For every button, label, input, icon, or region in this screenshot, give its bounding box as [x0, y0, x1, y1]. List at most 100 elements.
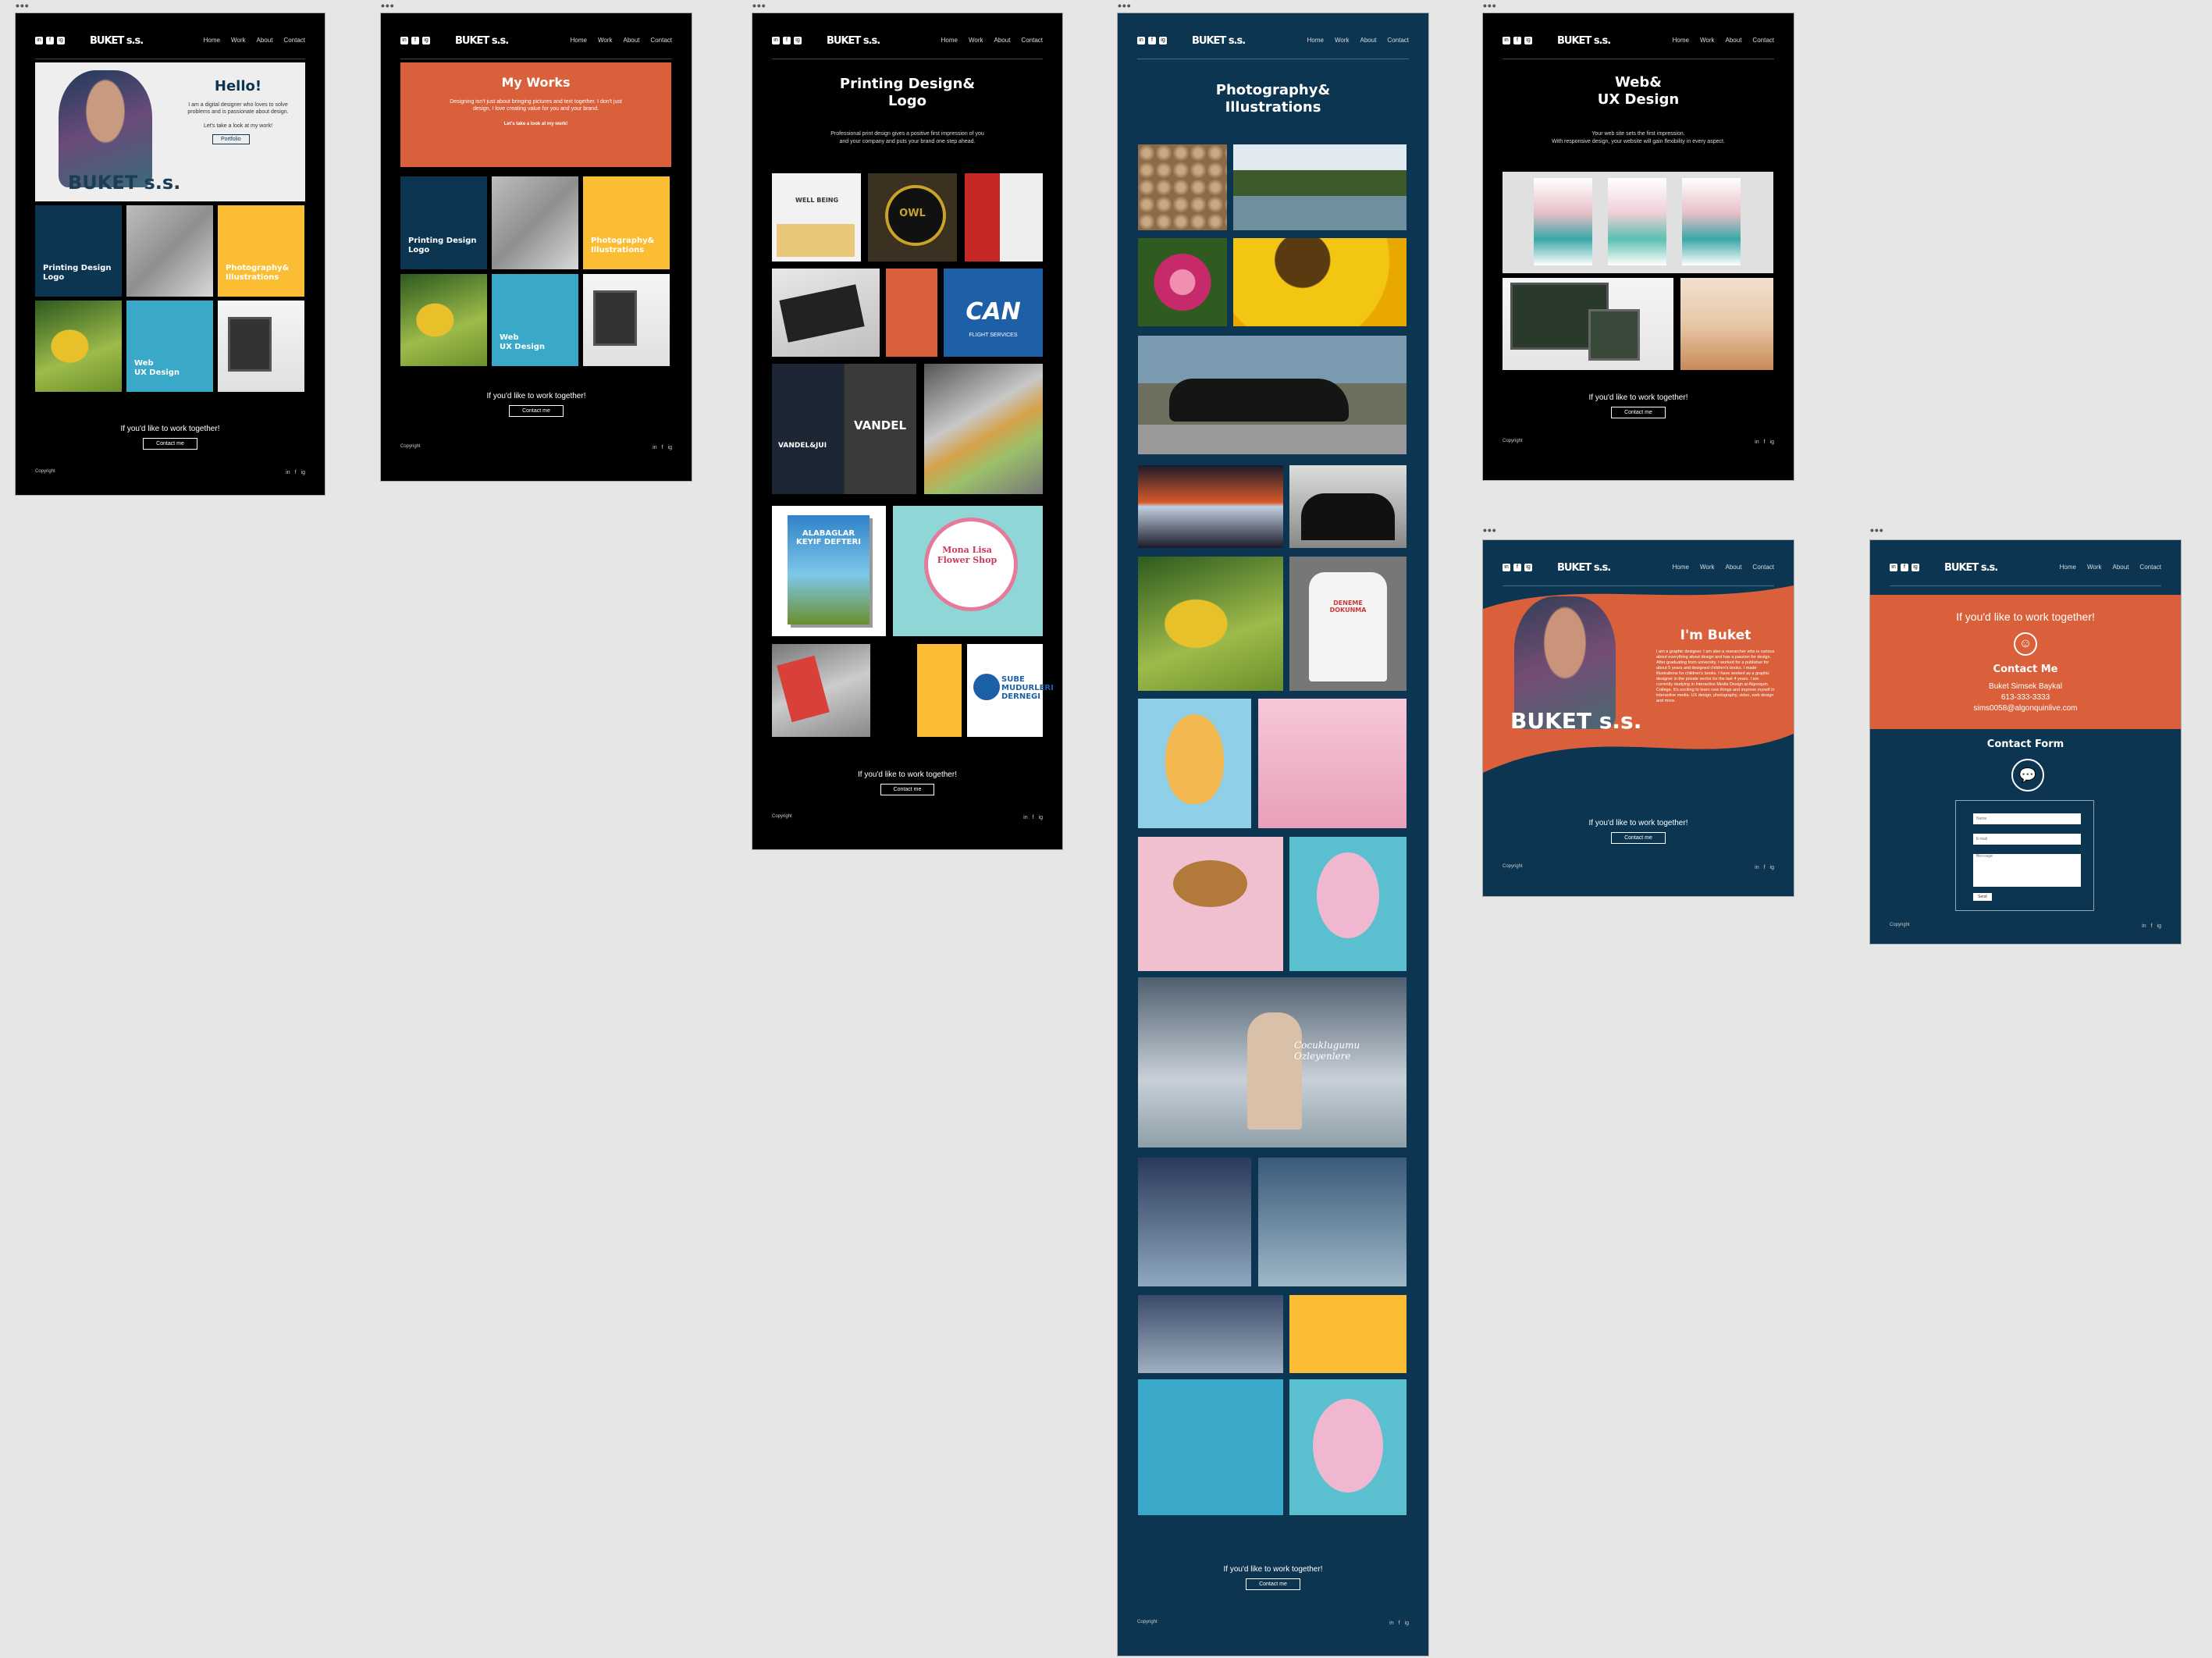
- artboard-menu-dots[interactable]: •••: [1118, 0, 1132, 11]
- menu-work[interactable]: Work: [969, 37, 983, 44]
- linkedin-icon[interactable]: in: [1890, 564, 1897, 571]
- menu-work[interactable]: Work: [1335, 37, 1350, 44]
- menu-home[interactable]: Home: [2060, 564, 2076, 571]
- name-field[interactable]: [1973, 813, 2081, 824]
- linkedin-icon[interactable]: in: [1755, 439, 1759, 445]
- menu-work[interactable]: Work: [2087, 564, 2102, 571]
- instagram-icon[interactable]: ig: [1770, 439, 1774, 445]
- menu-home[interactable]: Home: [571, 37, 587, 44]
- linkedin-icon[interactable]: in: [1503, 37, 1510, 44]
- facebook-icon[interactable]: f: [1764, 439, 1766, 445]
- linkedin-icon[interactable]: in: [1023, 815, 1027, 820]
- facebook-icon[interactable]: f: [1764, 865, 1766, 870]
- facebook-icon[interactable]: f: [411, 37, 419, 44]
- facebook-icon[interactable]: f: [1901, 564, 1908, 571]
- contact-button[interactable]: Contact me: [509, 405, 564, 417]
- artboard-menu-dots[interactable]: •••: [16, 0, 30, 11]
- menu-work[interactable]: Work: [1700, 37, 1715, 44]
- menu-contact[interactable]: Contact: [283, 37, 305, 44]
- menu-work[interactable]: Work: [231, 37, 246, 44]
- facebook-icon[interactable]: f: [46, 37, 54, 44]
- facebook-icon[interactable]: f: [295, 470, 297, 475]
- portfolio-button[interactable]: Portfolio: [212, 134, 250, 144]
- tile-photography[interactable]: Photography& Illustrations: [218, 205, 304, 297]
- linkedin-icon[interactable]: in: [653, 445, 656, 450]
- facebook-icon[interactable]: f: [1513, 564, 1521, 571]
- facebook-icon[interactable]: f: [2151, 923, 2153, 929]
- menu-home[interactable]: Home: [204, 37, 220, 44]
- tile-web[interactable]: Web UX Design: [126, 301, 213, 392]
- instagram-icon[interactable]: ig: [668, 445, 672, 450]
- linkedin-icon[interactable]: in: [1389, 1621, 1393, 1626]
- tile-web[interactable]: Web UX Design: [492, 274, 578, 366]
- menu-contact[interactable]: Contact: [1021, 37, 1043, 44]
- menu-about[interactable]: About: [1360, 37, 1377, 44]
- instagram-icon[interactable]: ig: [301, 470, 305, 475]
- facebook-icon[interactable]: f: [783, 37, 791, 44]
- artboard-menu-dots[interactable]: •••: [381, 0, 395, 11]
- menu-contact[interactable]: Contact: [650, 37, 672, 44]
- instagram-icon[interactable]: ig: [1524, 564, 1532, 571]
- contact-button[interactable]: Contact me: [1611, 407, 1666, 418]
- instagram-icon[interactable]: ig: [1524, 37, 1532, 44]
- instagram-icon[interactable]: ig: [1159, 37, 1167, 44]
- contact-email[interactable]: sims0058@algonquinlive.com: [1870, 704, 2181, 713]
- artboard-menu-dots[interactable]: •••: [1870, 525, 1884, 535]
- linkedin-icon[interactable]: in: [1503, 564, 1510, 571]
- linkedin-icon[interactable]: in: [400, 37, 408, 44]
- linkedin-icon[interactable]: in: [2142, 923, 2146, 929]
- artboard-menu-dots[interactable]: •••: [1483, 525, 1497, 535]
- facebook-icon[interactable]: f: [662, 445, 663, 450]
- menu-about[interactable]: About: [257, 37, 273, 44]
- hero-link[interactable]: Let's take a look at my work!: [180, 123, 297, 129]
- tile-printing[interactable]: Printing Design Logo: [400, 176, 487, 269]
- tile-photography[interactable]: Photography& Illustrations: [583, 176, 670, 269]
- message-field[interactable]: [1973, 854, 2081, 887]
- menu-about[interactable]: About: [624, 37, 640, 44]
- menu-home[interactable]: Home: [941, 37, 958, 44]
- logo[interactable]: BUKET s.s.: [1557, 35, 1611, 47]
- menu-home[interactable]: Home: [1307, 37, 1324, 44]
- logo[interactable]: BUKET s.s.: [1944, 562, 1998, 574]
- instagram-icon[interactable]: ig: [1770, 865, 1774, 870]
- send-button[interactable]: Send: [1973, 893, 1992, 901]
- contact-button[interactable]: Contact me: [143, 438, 197, 450]
- menu-home[interactable]: Home: [1673, 37, 1689, 44]
- logo[interactable]: BUKET s.s.: [1192, 35, 1246, 47]
- tile-printing[interactable]: Printing Design Logo: [35, 205, 122, 297]
- linkedin-icon[interactable]: in: [286, 470, 290, 475]
- menu-about[interactable]: About: [2113, 564, 2129, 571]
- logo[interactable]: BUKET s.s.: [90, 35, 144, 47]
- logo[interactable]: BUKET s.s.: [827, 35, 880, 47]
- menu-home[interactable]: Home: [1673, 564, 1689, 571]
- menu-about[interactable]: About: [1726, 37, 1742, 44]
- menu-work[interactable]: Work: [1700, 564, 1715, 571]
- instagram-icon[interactable]: ig: [57, 37, 65, 44]
- logo[interactable]: BUKET s.s.: [1557, 562, 1611, 574]
- facebook-icon[interactable]: f: [1033, 815, 1034, 820]
- instagram-icon[interactable]: ig: [1911, 564, 1919, 571]
- menu-about[interactable]: About: [1726, 564, 1742, 571]
- facebook-icon[interactable]: f: [1513, 37, 1521, 44]
- artboard-menu-dots[interactable]: •••: [752, 0, 766, 11]
- contact-button[interactable]: Contact me: [1246, 1578, 1300, 1590]
- menu-contact[interactable]: Contact: [2139, 564, 2161, 571]
- linkedin-icon[interactable]: in: [772, 37, 780, 44]
- contact-button[interactable]: Contact me: [880, 784, 935, 795]
- instagram-icon[interactable]: ig: [1405, 1621, 1409, 1626]
- instagram-icon[interactable]: ig: [794, 37, 802, 44]
- menu-about[interactable]: About: [994, 37, 1011, 44]
- menu-contact[interactable]: Contact: [1387, 37, 1409, 44]
- linkedin-icon[interactable]: in: [35, 37, 43, 44]
- menu-contact[interactable]: Contact: [1752, 37, 1774, 44]
- linkedin-icon[interactable]: in: [1137, 37, 1145, 44]
- logo[interactable]: BUKET s.s.: [455, 35, 509, 47]
- linkedin-icon[interactable]: in: [1755, 865, 1759, 870]
- instagram-icon[interactable]: ig: [422, 37, 430, 44]
- instagram-icon[interactable]: ig: [1039, 815, 1043, 820]
- menu-work[interactable]: Work: [598, 37, 613, 44]
- menu-contact[interactable]: Contact: [1752, 564, 1774, 571]
- instagram-icon[interactable]: ig: [2157, 923, 2161, 929]
- facebook-icon[interactable]: f: [1399, 1621, 1400, 1626]
- facebook-icon[interactable]: f: [1148, 37, 1156, 44]
